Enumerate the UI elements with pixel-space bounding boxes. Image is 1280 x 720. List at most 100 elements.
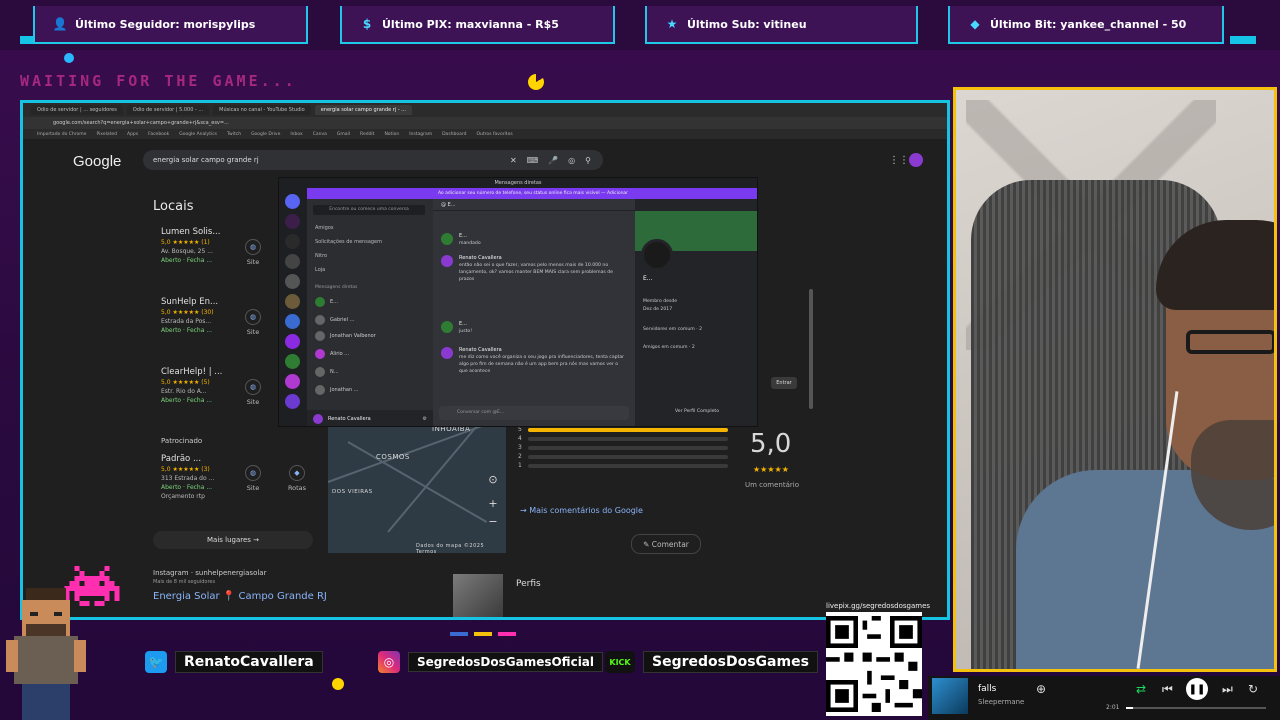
tab-4[interactable]: energia solar campo grande rj - ...	[314, 105, 413, 115]
sponsored-label: Patrocinado	[161, 437, 203, 445]
site-button[interactable]: ◍ Site	[241, 239, 265, 266]
google-logo[interactable]: Google	[73, 153, 121, 170]
decor-dot	[332, 678, 344, 690]
bookmark[interactable]: Instagram	[409, 132, 432, 137]
avatar[interactable]	[909, 153, 923, 167]
dm-nav-shop[interactable]: Loja	[315, 267, 325, 273]
album-art[interactable]	[932, 678, 968, 714]
discord-banner[interactable]: Ao adicionar seu número de telefone, seu…	[307, 188, 757, 199]
more-reviews-link[interactable]: → Mais comentários do Google	[520, 506, 643, 515]
message-input[interactable]: Conversar com @E...	[439, 406, 629, 420]
discord-home-icon[interactable]	[285, 194, 300, 209]
bookmark[interactable]: Outros favoritos	[477, 132, 513, 137]
social-twitter[interactable]: 🐦 RenatoCavallera	[145, 648, 323, 676]
rating-count[interactable]: Um comentário	[745, 481, 799, 489]
bookmark[interactable]: Reddit	[360, 132, 374, 137]
address-bar[interactable]: google.com/search?q=energia+solar+campo+…	[23, 117, 947, 129]
chat-message: E... mandado	[441, 233, 626, 247]
more-places-button[interactable]: Mais lugares →	[153, 531, 313, 549]
bookmark[interactable]: Facebook	[148, 132, 169, 137]
map-label: DOS VIEIRAS	[332, 489, 373, 495]
bookmark[interactable]: Inbox	[290, 132, 302, 137]
previous-icon[interactable]: ⏮	[1162, 682, 1173, 697]
dm-item[interactable]: N...	[315, 367, 427, 377]
mutual-friends[interactable]: Amigos em comum · 2	[643, 345, 695, 350]
tab-2[interactable]: Odio de servidor | 5.000 - ...	[126, 105, 210, 115]
route-button[interactable]: ◆ Rotas	[285, 465, 309, 492]
scrollbar[interactable]	[809, 289, 813, 409]
site-label: Site	[246, 328, 260, 336]
zoom-in-icon[interactable]: +	[486, 497, 500, 510]
tab-3[interactable]: Músicas no canal - YouTube Studio	[213, 105, 311, 115]
comment-button[interactable]: ✎ Comentar	[631, 534, 701, 554]
dm-nav-requests[interactable]: Solicitações de mensagem	[315, 239, 382, 245]
tab-1[interactable]: Odio de servidor | ... seguidores	[31, 105, 123, 115]
apps-grid-icon[interactable]: ⋮⋮	[889, 155, 909, 166]
social-handle: SegredosDosGamesOficial	[408, 652, 604, 672]
dm-item[interactable]: Jonathan ...	[315, 385, 427, 395]
server-icon[interactable]	[285, 354, 300, 369]
server-icon[interactable]	[285, 394, 300, 409]
bookmark[interactable]: Dashboard	[442, 132, 466, 137]
repeat-icon[interactable]: ↻	[1248, 682, 1258, 696]
search-input[interactable]: energia solar campo grande rj ✕ ⌨ 🎤 ◎ ⚲	[143, 150, 603, 170]
site-button[interactable]: ◍ Site	[241, 465, 265, 492]
dm-item[interactable]: Alirio ...	[315, 349, 427, 359]
view-full-profile[interactable]: Ver Perfil Completo	[675, 409, 719, 414]
bookmark[interactable]: Pixelated	[96, 132, 117, 137]
bookmark[interactable]: Google Analytics	[179, 132, 217, 137]
bookmark[interactable]: Importado do Chrome	[37, 132, 86, 137]
chat-header: @ E...	[433, 199, 635, 211]
decor-bar	[498, 632, 516, 636]
site-button[interactable]: ◍ Site	[241, 309, 265, 336]
server-icon[interactable]	[285, 374, 300, 389]
dm-item[interactable]: E...	[315, 297, 427, 307]
add-icon[interactable]: ⊕	[1036, 682, 1046, 696]
server-icon[interactable]	[285, 234, 300, 249]
mutual-servers[interactable]: Servidores em comum · 2	[643, 327, 702, 332]
avatar[interactable]	[641, 239, 673, 271]
search-icon[interactable]: ⚲	[585, 156, 591, 165]
bookmark[interactable]: Apps	[127, 132, 138, 137]
server-icon[interactable]	[285, 254, 300, 269]
bookmark[interactable]: Twitch	[227, 132, 241, 137]
server-icon[interactable]	[285, 314, 300, 329]
server-icon[interactable]	[285, 294, 300, 309]
next-icon[interactable]: ⏭	[1222, 682, 1233, 697]
message-text: mandado	[459, 241, 481, 246]
qr-code[interactable]	[826, 612, 922, 716]
dm-nav-friends[interactable]: Amigos	[315, 225, 334, 231]
bookmark[interactable]: Google Drive	[251, 132, 280, 137]
clear-icon[interactable]: ✕	[510, 156, 517, 165]
dm-item[interactable]: Jonathan Valbenor	[315, 331, 427, 341]
dm-nav-nitro[interactable]: Nitro	[315, 253, 327, 259]
browser-tabs: Odio de servidor | ... seguidores Odio d…	[23, 103, 947, 117]
progress-bar[interactable]	[1126, 707, 1266, 709]
bookmark[interactable]: Gmail	[337, 132, 350, 137]
shuffle-icon[interactable]: ⇄	[1136, 682, 1146, 696]
social-instagram[interactable]: ◎ SegredosDosGamesOficial	[378, 648, 604, 676]
pause-button[interactable]: ❚❚	[1186, 678, 1208, 700]
lens-icon[interactable]: ◎	[568, 156, 575, 165]
settings-gear-icon[interactable]: ⚙	[423, 416, 433, 422]
map-preview[interactable]: INHOAIBA COSMOS DOS VIEIRAS ⊙ + − Dados …	[328, 421, 506, 553]
photo-thumbnail[interactable]	[453, 574, 503, 617]
sign-in-button[interactable]: Entrar	[771, 377, 797, 389]
mic-icon[interactable]: 🎤	[548, 156, 558, 165]
server-icon[interactable]	[285, 214, 300, 229]
server-icon[interactable]	[285, 274, 300, 289]
locate-icon[interactable]: ⊙	[486, 473, 500, 486]
zoom-out-icon[interactable]: −	[486, 515, 500, 528]
server-icon[interactable]	[285, 334, 300, 349]
rating-bar	[527, 436, 728, 441]
instagram-title[interactable]: Energia Solar 📍 Campo Grande RJ	[153, 591, 327, 602]
bookmark[interactable]: Notion	[384, 132, 399, 137]
bookmark[interactable]: Canva	[313, 132, 327, 137]
dm-search-input[interactable]: Encontre ou comece uma conversa	[313, 205, 425, 215]
user-panel[interactable]: Renato Cavallera ⚙	[307, 410, 433, 426]
dm-item[interactable]: Gabriel ...	[315, 315, 427, 325]
keyboard-icon[interactable]: ⌨	[527, 156, 539, 165]
social-kick[interactable]: KICK SegredosDosGames	[605, 648, 818, 676]
instagram-result[interactable]: Instagram · sunhelpenergiasolar Mais de …	[153, 569, 327, 602]
site-button[interactable]: ◍ Site	[241, 379, 265, 406]
